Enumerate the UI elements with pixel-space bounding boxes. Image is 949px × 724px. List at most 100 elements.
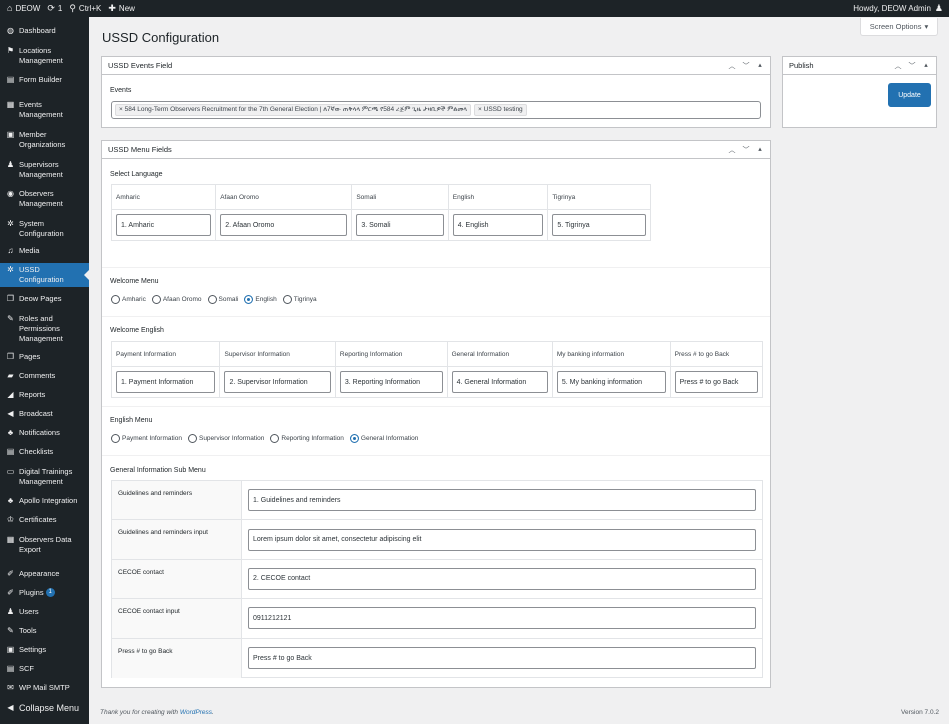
sidebar-item-wp-mail-smtp[interactable]: ✉ WP Mail SMTP xyxy=(0,683,89,693)
toggle-panel-icon[interactable]: ▴ xyxy=(922,61,930,71)
sidebar-item-broadcast[interactable]: ◀ Broadcast xyxy=(0,409,89,419)
radio-button[interactable] xyxy=(111,295,120,304)
sidebar-item-collapse-menu[interactable]: ◀ Collapse Menu xyxy=(0,703,89,713)
radio-option[interactable]: Tigrinya xyxy=(282,295,317,304)
language-input[interactable]: 3. Somali xyxy=(356,214,444,236)
radio-button[interactable] xyxy=(349,434,359,443)
radio-button[interactable] xyxy=(244,295,254,304)
language-input[interactable]: 4. English xyxy=(452,214,544,236)
radio-button[interactable] xyxy=(187,434,197,443)
sidebar-item-notifications[interactable]: ♣ Notifications xyxy=(0,428,89,438)
toggle-panel-icon[interactable]: ▴ xyxy=(756,145,764,155)
radio-option[interactable]: General Information xyxy=(349,434,418,443)
radio-option[interactable]: Reporting Information xyxy=(270,434,344,443)
radio-option[interactable]: Supervisor Information xyxy=(187,434,264,443)
welcome-input[interactable]: 3. Reporting Information xyxy=(339,371,443,393)
sub-menu-row: CECOE contact 2. CECOE contact xyxy=(112,559,762,600)
sidebar-item-label: Reports xyxy=(19,390,46,399)
sidebar-item-scf[interactable]: ▤ SCF xyxy=(0,664,89,674)
sidebar-item-events-management[interactable]: ▦ Events Management xyxy=(0,100,89,120)
supervisors-icon: ♟ xyxy=(6,160,15,169)
sidebar-item-appearance[interactable]: ✐ Appearance xyxy=(0,569,89,579)
sidebar-item-label: Events Management xyxy=(19,100,63,119)
sidebar-item-deow-pages[interactable]: ❐ Deow Pages xyxy=(0,294,89,304)
sidebar-item-apollo-integration[interactable]: ♣ Apollo Integration xyxy=(0,496,89,506)
screen-options-button[interactable]: Screen Options ▾ xyxy=(860,18,938,36)
sidebar-item-observers-data-export[interactable]: ▦ Observers Data Export xyxy=(0,535,89,555)
sidebar-item-settings[interactable]: ▣ Settings xyxy=(0,645,89,655)
sidebar-item-form-builder[interactable]: ▤ Form Builder xyxy=(0,75,89,85)
sub-menu-field: 0911212121 xyxy=(242,599,762,637)
sidebar-item-label: Apollo Integration xyxy=(19,496,78,505)
update-button[interactable]: Update xyxy=(888,83,931,107)
move-down-icon[interactable]: ﹀ xyxy=(908,61,916,71)
welcome-input[interactable]: Press # to go Back xyxy=(674,371,758,393)
updates-link[interactable]: ⟳ 1 xyxy=(47,4,62,14)
sub-menu-input[interactable]: 1. Guidelines and reminders xyxy=(248,489,756,512)
move-up-icon[interactable]: ︿ xyxy=(728,61,736,71)
radio-option[interactable]: Somali xyxy=(207,295,238,304)
sidebar-item-system-configuration[interactable]: ✲ System Configuration xyxy=(0,219,89,239)
sidebar-item-locations-management[interactable]: ⚑ Locations Management xyxy=(0,46,89,66)
radio-option[interactable]: Afaan Oromo xyxy=(151,295,202,304)
command-search[interactable]: ⚲ Ctrl+K xyxy=(69,4,101,14)
wordpress-link[interactable]: WordPress xyxy=(180,709,212,716)
sidebar-item-observers-management[interactable]: ◉ Observers Management xyxy=(0,189,89,209)
sidebar-item-dashboard[interactable]: ◍ Dashboard xyxy=(0,26,89,36)
sub-menu-input[interactable]: 0911212121 xyxy=(248,607,756,630)
move-down-icon[interactable]: ﹀ xyxy=(742,61,750,71)
radio-option[interactable]: Amharic xyxy=(111,295,146,304)
radio-button[interactable] xyxy=(282,295,292,304)
sidebar-item-digital-trainings-management[interactable]: ▭ Digital Trainings Management xyxy=(0,467,89,487)
sub-menu-input[interactable]: Lorem ipsum dolor sit amet, consectetur … xyxy=(248,528,756,551)
toggle-panel-icon[interactable]: ▴ xyxy=(756,61,764,71)
users-icon: ♟ xyxy=(6,607,15,616)
new-content-link[interactable]: ✚ New xyxy=(108,4,135,14)
sidebar-item-label: Observers Management xyxy=(19,189,63,208)
welcome-input[interactable]: 4. General Information xyxy=(451,371,548,393)
radio-button[interactable] xyxy=(270,434,280,443)
sidebar-item-pages[interactable]: ❐ Pages xyxy=(0,352,89,362)
sub-menu-input[interactable]: Press # to go Back xyxy=(248,647,756,670)
radio-button[interactable] xyxy=(151,295,161,304)
sidebar-item-ussd-configuration[interactable]: ✲ USSD Configuration xyxy=(0,263,89,287)
welcome-input[interactable]: 2. Supervisor Information xyxy=(224,371,331,393)
language-input[interactable]: 2. Afaan Oromo xyxy=(220,214,348,236)
sidebar-item-comments[interactable]: ▰ Comments xyxy=(0,371,89,381)
account-menu[interactable]: Howdy, DEOW Admin ♟ xyxy=(853,4,943,14)
sidebar-item-users[interactable]: ♟ Users xyxy=(0,607,89,617)
move-up-icon[interactable]: ︿ xyxy=(894,61,902,71)
welcome-input[interactable]: 5. My banking information xyxy=(556,371,666,393)
sidebar-item-reports[interactable]: ◢ Reports xyxy=(0,390,89,400)
move-down-icon[interactable]: ﹀ xyxy=(742,145,750,155)
sidebar-item-supervisors-management[interactable]: ♟ Supervisors Management xyxy=(0,160,89,180)
move-up-icon[interactable]: ︿ xyxy=(728,145,736,155)
language-input[interactable]: 1. Amharic xyxy=(116,214,212,236)
sidebar-item-member-organizations[interactable]: ▣ Member Organizations xyxy=(0,130,89,150)
radio-option[interactable]: Payment Information xyxy=(111,434,182,443)
sidebar-item-tools[interactable]: ✎ Tools xyxy=(0,626,89,636)
site-name-link[interactable]: ⌂ DEOW xyxy=(7,4,40,14)
events-postbox: USSD Events Field ︿ ﹀ ▴ Events × 584 Lon… xyxy=(101,56,771,128)
sidebar-item-certificates[interactable]: ♔ Certificates xyxy=(0,515,89,525)
events-select[interactable]: × 584 Long-Term Observers Recruitment fo… xyxy=(111,101,761,119)
language-input[interactable]: 5. Tigrinya xyxy=(552,214,646,236)
radio-option[interactable]: English xyxy=(244,295,277,304)
sidebar-item-checklists[interactable]: ▤ Checklists xyxy=(0,447,89,457)
event-tag[interactable]: × 584 Long-Term Observers Recruitment fo… xyxy=(115,104,472,116)
version-text: Version 7.0.2 xyxy=(901,709,939,716)
sidebar-item-roles-and-permissions-management[interactable]: ✎ Roles and Permissions Management xyxy=(0,314,89,344)
event-tag[interactable]: × USSD testing xyxy=(474,104,527,116)
export-icon: ▦ xyxy=(6,535,15,544)
welcome-english-table: Payment Information Supervisor Informatio… xyxy=(110,341,764,398)
welcome-menu-label: Welcome Menu xyxy=(110,278,159,285)
sidebar-item-label: Deow Pages xyxy=(19,294,62,303)
sidebar-item-plugins[interactable]: ✐ Plugins 1 xyxy=(0,588,89,598)
radio-button[interactable] xyxy=(111,434,120,443)
sidebar-item-label: Supervisors Management xyxy=(19,160,63,179)
welcome-input[interactable]: 1. Payment Information xyxy=(116,371,216,393)
english-menu-radios: Payment Information Supervisor Informatio… xyxy=(111,434,418,443)
radio-button[interactable] xyxy=(207,295,217,304)
sidebar-item-media[interactable]: ♫ Media xyxy=(0,246,89,256)
sub-menu-input[interactable]: 2. CECOE contact xyxy=(248,567,756,590)
